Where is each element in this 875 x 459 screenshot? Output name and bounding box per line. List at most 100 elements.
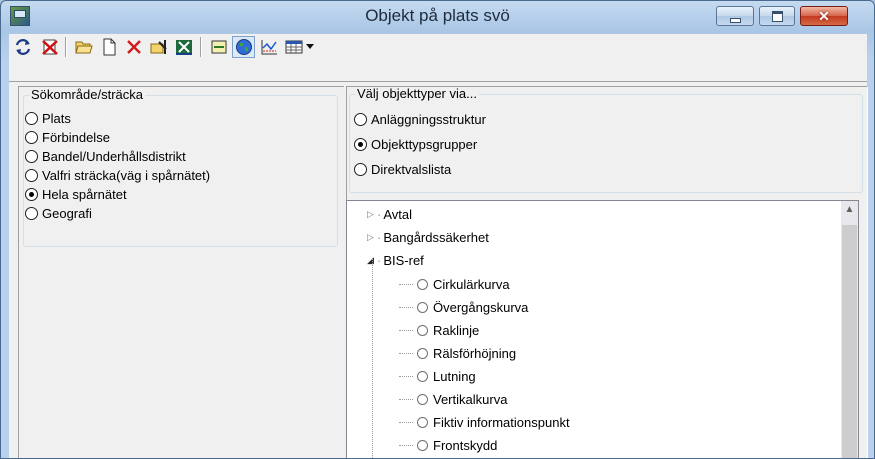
minimize-icon <box>729 17 741 23</box>
tree-item-ralsforhojning[interactable]: Rälsförhöjning <box>399 343 516 363</box>
tree-group-avtal[interactable]: ▷ · Avtal <box>367 204 412 224</box>
tree-radio[interactable] <box>417 370 428 382</box>
delete-button[interactable] <box>122 36 145 58</box>
chevron-down-icon <box>306 44 314 49</box>
edit-select-icon <box>150 40 167 54</box>
maximize-icon <box>771 10 783 22</box>
tree-item-label: Fiktiv informationspunkt <box>433 414 570 430</box>
radio-circle[interactable] <box>354 112 367 126</box>
radio-circle[interactable] <box>25 130 38 144</box>
tree-connector-line <box>372 258 373 458</box>
tree-radio[interactable] <box>417 324 428 336</box>
radio-circle[interactable] <box>25 149 38 163</box>
tree-item-label: Cirkulärkurva <box>433 276 510 292</box>
edit-select-button[interactable] <box>147 36 170 58</box>
track-icon <box>211 40 226 54</box>
tree-item-cirkularkurva[interactable]: Cirkulärkurva <box>399 274 510 294</box>
tree-item-raklinje[interactable]: Raklinje <box>399 320 479 340</box>
refresh-button[interactable] <box>11 36 34 58</box>
tree-group-bis-ref[interactable]: ◢ · BIS-ref <box>367 250 424 270</box>
scroll-up-icon[interactable]: ▲ <box>841 201 858 218</box>
tree-radio[interactable] <box>417 393 428 405</box>
delete-results-button[interactable] <box>38 36 61 58</box>
track-button[interactable] <box>207 36 230 58</box>
radio-circle[interactable] <box>354 137 367 151</box>
radio-anlaggningsstruktur[interactable]: Anläggningsstruktur <box>354 110 486 128</box>
table-dropdown-button[interactable] <box>282 36 316 58</box>
refresh-icon <box>15 39 30 55</box>
table-icon <box>285 40 303 54</box>
close-icon: ✕ <box>818 8 830 24</box>
radio-circle[interactable] <box>354 162 367 176</box>
tree-group-bangardssakerhet[interactable]: ▷ · Bangårdssäkerhet <box>367 227 489 247</box>
radio-circle[interactable] <box>25 168 38 182</box>
tree-item-vertikalkurva[interactable]: Vertikalkurva <box>399 389 507 409</box>
tree-radio[interactable] <box>417 347 428 359</box>
excel-export-icon <box>175 40 192 55</box>
radio-label: Hela spårnätet <box>42 186 127 202</box>
tree-item-overgangskurva[interactable]: Övergångskurva <box>399 297 528 317</box>
tree-item-lutning[interactable]: Lutning <box>399 366 476 386</box>
tree-item-label: Frontskydd <box>433 437 498 453</box>
toolbar <box>9 34 867 81</box>
object-type-tree[interactable]: ▷ · Avtal ▷ · Bangårdssäkerhet ◢ · BIS-ref Cir… <box>346 200 859 458</box>
radio-circle[interactable] <box>25 206 38 220</box>
tree-group-label: Avtal <box>383 206 413 222</box>
radio-label: Geografi <box>42 205 92 221</box>
tree-radio[interactable] <box>417 278 428 290</box>
tree-collapsed-icon[interactable]: ▷ <box>367 232 377 243</box>
radio-hela-sparnatet[interactable]: Hela spårnätet <box>25 185 127 203</box>
radio-plats[interactable]: Plats <box>25 109 71 127</box>
tree-item-fiktiv-informationspunkt[interactable]: Fiktiv informationspunkt <box>399 412 570 432</box>
tree-group-label: BIS-ref <box>383 252 424 268</box>
chart-icon <box>261 40 277 55</box>
tree-item-label: Lutning <box>433 368 476 384</box>
radio-geografi[interactable]: Geografi <box>25 204 92 222</box>
minimize-button[interactable] <box>716 6 754 26</box>
toolbar-separator <box>65 37 67 57</box>
toolbar-separator <box>200 37 202 57</box>
main-window: Objekt på plats svö ✕ Sökområde/sträcka … <box>0 0 875 459</box>
tree-radio[interactable] <box>417 301 428 313</box>
open-button[interactable] <box>72 36 95 58</box>
excel-export-button[interactable] <box>172 36 195 58</box>
tree-radio[interactable] <box>417 416 428 428</box>
globe-button[interactable] <box>232 36 255 58</box>
radio-label: Valfri sträcka(väg i spårnätet) <box>42 167 211 183</box>
radio-valfri-stracka[interactable]: Valfri sträcka(väg i spårnätet) <box>25 166 210 184</box>
radio-objekttypsgrupper[interactable]: Objekttypsgrupper <box>354 135 477 153</box>
tree-item-label: Övergångskurva <box>433 299 529 315</box>
new-document-icon <box>103 38 115 56</box>
tree-scrollbar[interactable]: ▲ <box>841 201 858 458</box>
tree-radio[interactable] <box>417 439 428 451</box>
radio-bandel[interactable]: Bandel/Underhållsdistrikt <box>25 147 186 165</box>
scroll-thumb[interactable] <box>842 225 857 458</box>
radio-label: Plats <box>42 110 71 126</box>
tree-group-label: Bangårdssäkerhet <box>383 229 489 245</box>
radio-label: Anläggningsstruktur <box>371 111 486 127</box>
tree-collapsed-icon[interactable]: ▷ <box>367 209 377 220</box>
radio-label: Förbindelse <box>42 129 110 145</box>
chart-button[interactable] <box>257 36 280 58</box>
radio-direktvalslista[interactable]: Direktvalslista <box>354 160 451 178</box>
radio-circle[interactable] <box>25 187 38 201</box>
open-folder-icon <box>74 41 93 54</box>
radio-label: Direktvalslista <box>371 161 452 177</box>
radio-forbindelse[interactable]: Förbindelse <box>25 128 110 146</box>
objekttyper-legend: Välj objekttyper via... <box>355 86 479 101</box>
close-button[interactable]: ✕ <box>800 6 848 26</box>
radio-label: Objekttypsgrupper <box>371 136 478 152</box>
radio-circle[interactable] <box>25 111 38 125</box>
delete-x-icon <box>126 40 141 54</box>
tree-item-label: Raklinje <box>433 322 480 338</box>
title-bar[interactable]: Objekt på plats svö ✕ <box>1 1 874 31</box>
tree-item-frontskydd[interactable]: Frontskydd <box>399 435 497 455</box>
delete-red-icon <box>41 39 58 55</box>
new-button[interactable] <box>97 36 120 58</box>
globe-icon <box>235 39 252 55</box>
tree-item-label: Rälsförhöjning <box>433 345 517 361</box>
maximize-button[interactable] <box>759 6 795 26</box>
sokomrade-legend: Sökområde/sträcka <box>29 87 145 102</box>
tree-item-label: Vertikalkurva <box>433 391 508 407</box>
search-area-panel: Sökområde/sträcka Plats Förbindelse Band… <box>18 86 344 458</box>
